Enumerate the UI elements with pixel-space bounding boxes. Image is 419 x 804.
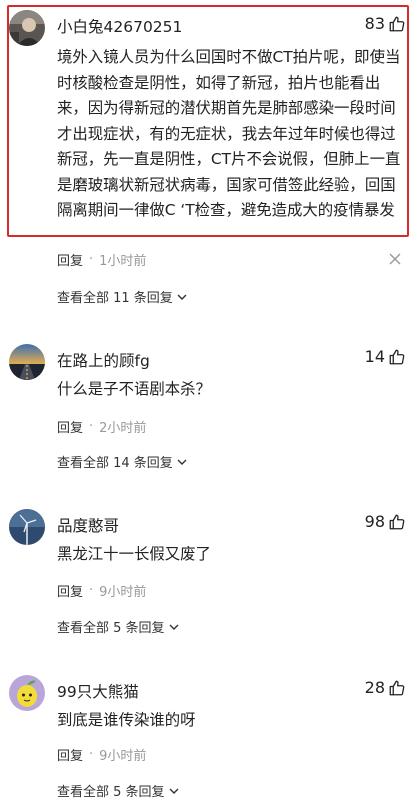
- separator-dot: ·: [89, 747, 94, 762]
- username[interactable]: 在路上的顾fg: [57, 349, 150, 371]
- timestamp: 1小时前: [99, 254, 147, 269]
- username[interactable]: 99只大熊猫: [57, 680, 139, 702]
- like-count: 98: [364, 512, 385, 531]
- comment-text: 什么是子不语剧本杀？: [57, 380, 211, 398]
- comment-item: 在路上的顾fg 14 什么是子不语剧本杀？ 回复 · 2小时前 查看全部 14 …: [0, 340, 419, 480]
- view-replies-label: 查看全部 5 条回复: [57, 621, 165, 636]
- username[interactable]: 品度憨哥: [57, 514, 119, 536]
- road-sunset-avatar-icon: [9, 344, 45, 380]
- view-replies-label: 查看全部 5 条回复: [57, 785, 165, 800]
- like-count: 14: [364, 347, 385, 366]
- reply-button[interactable]: 回复: [57, 417, 83, 436]
- comment-meta: 回复 · 9小时前: [57, 745, 146, 764]
- reply-button[interactable]: 回复: [57, 250, 83, 269]
- view-replies-link[interactable]: 查看全部 11 条回复: [57, 287, 187, 306]
- avatar[interactable]: [9, 344, 45, 380]
- reply-button[interactable]: 回复: [57, 581, 83, 600]
- like-button[interactable]: 14: [365, 347, 406, 366]
- like-button[interactable]: 28: [365, 678, 406, 697]
- like-button[interactable]: 83: [365, 14, 406, 33]
- comment-meta: 回复 · 1小时前: [57, 250, 146, 269]
- chevron-down-icon: [177, 459, 187, 465]
- separator-dot: ·: [89, 419, 94, 434]
- cartoon-lemon-avatar-icon: [9, 675, 45, 711]
- chevron-down-icon: [177, 294, 187, 300]
- timestamp: 2小时前: [99, 421, 147, 436]
- view-replies-link[interactable]: 查看全部 5 条回复: [57, 617, 179, 636]
- comment-text: 黑龙江十一长假又废了: [57, 545, 211, 563]
- thumbs-up-icon: [389, 16, 405, 31]
- avatar[interactable]: [9, 509, 45, 545]
- thumbs-up-icon: [389, 349, 405, 364]
- reply-button[interactable]: 回复: [57, 745, 83, 764]
- timestamp: 9小时前: [99, 585, 147, 600]
- comment-item: 品度憨哥 98 黑龙江十一长假又废了 回复 · 9小时前 查看全部 5 条回复: [0, 505, 419, 645]
- chevron-down-icon: [169, 624, 179, 630]
- dark-portrait-avatar-icon: [9, 10, 45, 46]
- chevron-down-icon: [169, 788, 179, 794]
- comment-meta: 回复 · 9小时前: [57, 581, 146, 600]
- comment-item: 小白兔42670251 83 境外入镜人员为什么回国时不做CT拍片呢，即使当时核…: [0, 0, 419, 310]
- view-replies-label: 查看全部 14 条回复: [57, 456, 173, 471]
- windmill-avatar-icon: [9, 509, 45, 545]
- view-replies-label: 查看全部 11 条回复: [57, 291, 173, 306]
- comment-text: 到底是谁传染谁的呀: [57, 711, 196, 729]
- separator-dot: ·: [89, 252, 94, 267]
- comment-item: 99只大熊猫 28 到底是谁传染谁的呀 回复 · 9小时前 查看全部 5 条回复: [0, 671, 419, 804]
- avatar[interactable]: [9, 10, 45, 46]
- timestamp: 9小时前: [99, 749, 147, 764]
- thumbs-up-icon: [389, 680, 405, 695]
- like-button[interactable]: 98: [365, 512, 406, 531]
- thumbs-up-icon: [389, 514, 405, 529]
- separator-dot: ·: [89, 583, 94, 598]
- view-replies-link[interactable]: 查看全部 5 条回复: [57, 781, 179, 800]
- close-icon[interactable]: [389, 253, 401, 265]
- avatar[interactable]: [9, 675, 45, 711]
- view-replies-link[interactable]: 查看全部 14 条回复: [57, 452, 187, 471]
- like-count: 28: [364, 678, 385, 697]
- like-count: 83: [364, 14, 385, 33]
- comment-text: 境外入镜人员为什么回国时不做CT拍片呢，即使当时核酸检查是阴性，如得了新冠，拍片…: [57, 48, 401, 219]
- comment-meta: 回复 · 2小时前: [57, 417, 146, 436]
- username[interactable]: 小白兔42670251: [57, 15, 182, 37]
